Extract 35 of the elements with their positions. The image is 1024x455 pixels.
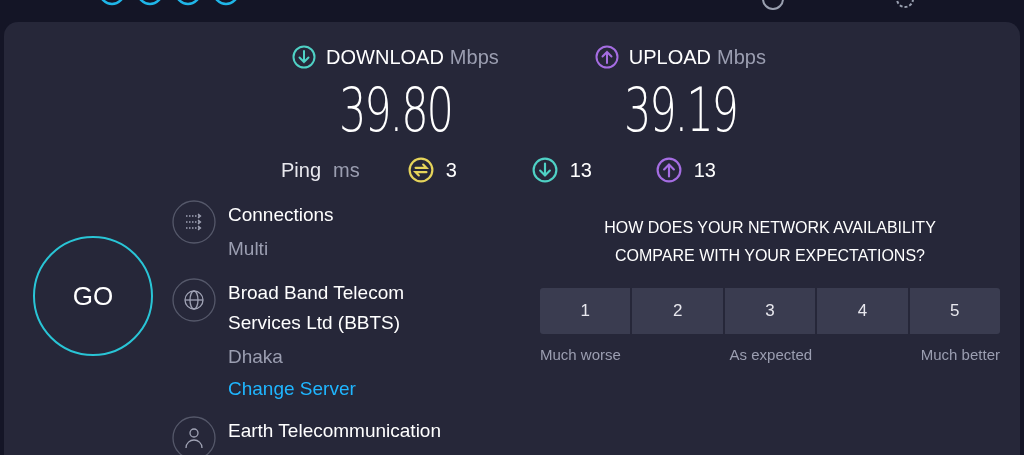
scale-label: Much better <box>920 345 1000 365</box>
speed-unit: Mbps <box>717 45 766 70</box>
speed-label: DOWNLOAD <box>326 45 444 70</box>
scale-label: Much worse <box>540 345 621 365</box>
speed-label: UPLOAD <box>628 45 711 70</box>
change-server-link[interactable]: Change Server <box>228 374 468 404</box>
upload-icon <box>655 157 682 183</box>
ping-value: 13 <box>693 158 716 183</box>
info-detail: Multi <box>228 237 270 261</box>
ping-unit: ms <box>333 158 360 183</box>
download-icon <box>292 45 317 69</box>
globe-icon <box>172 278 216 322</box>
rating-option[interactable]: 2 <box>632 288 723 334</box>
person-icon <box>172 416 216 455</box>
download-icon <box>531 157 558 183</box>
rating-option[interactable]: 1 <box>540 288 631 334</box>
ping-value: 3 <box>445 158 457 183</box>
info-title: Broad Band Telecom Services Ltd (BBTS) <box>228 281 406 335</box>
go-button[interactable]: GO <box>33 236 153 356</box>
rating-option[interactable]: 5 <box>909 288 1000 334</box>
upload-icon <box>594 45 619 69</box>
survey-question: HOW DOES YOUR NETWORK AVAILABILITY COMPARE WITH YOUR EXPECTATIONS? <box>603 218 937 266</box>
ping-value: 13 <box>569 158 592 183</box>
rating-option[interactable]: 3 <box>724 288 816 334</box>
info-title: Earth Telecommunication <box>228 419 441 443</box>
rating-option[interactable]: 4 <box>817 288 908 334</box>
ping-icon <box>407 157 434 183</box>
speed-value: 39.19 <box>623 74 737 147</box>
connections-icon <box>172 200 216 244</box>
info-title: Connections <box>228 203 334 227</box>
scale-label: As expected <box>729 345 813 365</box>
speed-unit: Mbps <box>449 45 499 70</box>
ping-label: Ping <box>281 158 322 183</box>
info-detail: Dhaka <box>228 345 284 369</box>
speed-value: 39.80 <box>338 74 452 147</box>
